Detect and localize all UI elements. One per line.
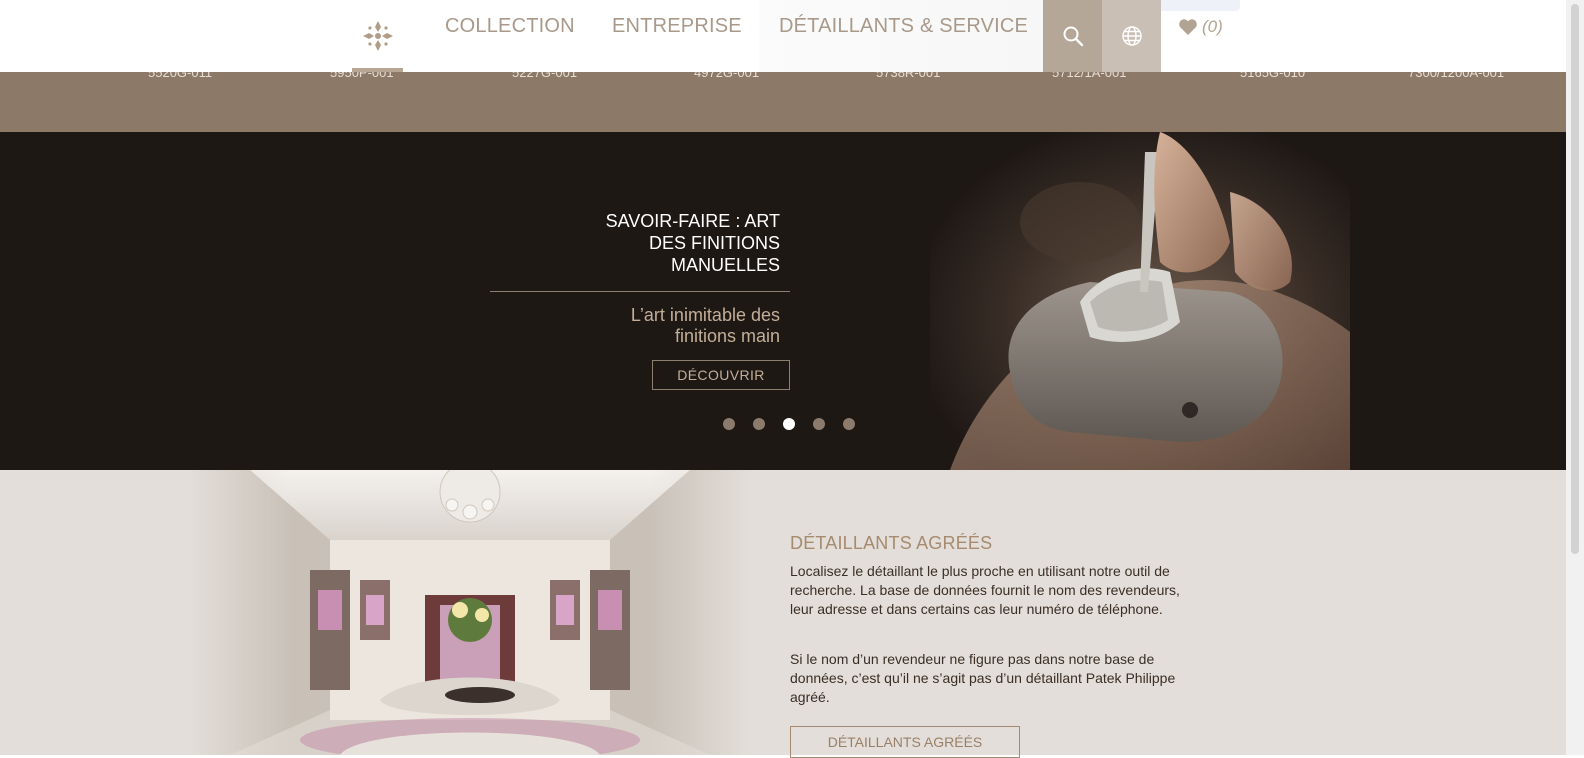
carousel-dot-1[interactable] — [723, 418, 735, 430]
hero-subtitle: L’art inimitable des finitions main — [480, 305, 780, 347]
hero-subtitle-line: L’art inimitable des — [630, 305, 780, 325]
hero-subtitle-line: finitions main — [674, 326, 780, 346]
carousel-dot-3[interactable] — [783, 418, 795, 430]
hero-title-line: DES FINITIONS — [648, 233, 780, 253]
retailers-paragraph-2: Si le nom d’un revendeur ne figure pas d… — [790, 651, 1176, 705]
logo-active-indicator — [352, 68, 403, 72]
search-icon — [1063, 26, 1083, 47]
retailers-section: DÉTAILLANTS AGRÉÉS Localisez le détailla… — [0, 470, 1566, 758]
vertical-scrollbar[interactable] — [1566, 0, 1584, 755]
authorized-retailers-button[interactable]: DÉTAILLANTS AGRÉÉS — [790, 726, 1020, 758]
retailers-title: DÉTAILLANTS AGRÉÉS — [790, 533, 993, 553]
product-strip: 5520G-011 5950P-001 5227G-001 4972G-001 … — [0, 65, 1566, 132]
globe-icon — [1121, 26, 1142, 46]
discover-button[interactable]: DÉCOUVRIR — [652, 360, 790, 390]
carousel-dot-4[interactable] — [813, 418, 825, 430]
hero-divider — [490, 291, 790, 292]
hero-carousel: SAVOIR-FAIRE : ART DES FINITIONS MANUELL… — [0, 132, 1566, 470]
top-navigation: COLLECTION ENTREPRISE DÉTAILLANTS & SERV… — [0, 0, 1566, 72]
hero-title: SAVOIR-FAIRE : ART DES FINITIONS MANUELL… — [460, 210, 780, 276]
wishlist-count: (0) — [1202, 17, 1223, 36]
heart-icon — [1179, 19, 1197, 35]
nav-detaillants-service[interactable]: DÉTAILLANTS & SERVICE — [779, 15, 1028, 38]
calatrava-cross-icon — [362, 21, 393, 51]
language-button[interactable] — [1102, 0, 1161, 72]
scrollbar-thumb[interactable] — [1571, 4, 1579, 554]
carousel-dot-5[interactable] — [843, 418, 855, 430]
nav-collection[interactable]: COLLECTION — [445, 15, 575, 38]
hero-title-line: MANUELLES — [670, 255, 780, 275]
calatrava-cross-logo[interactable] — [352, 0, 403, 72]
boutique-interior-image — [190, 470, 750, 755]
carousel-pagination — [723, 418, 855, 430]
carousel-dot-2[interactable] — [753, 418, 765, 430]
hand-engraving-image — [930, 132, 1350, 470]
wishlist-button[interactable]: (0) — [1178, 17, 1223, 37]
hero-title-line: SAVOIR-FAIRE : ART — [605, 211, 780, 231]
retailers-paragraph-1: Localisez le détaillant le plus proche e… — [790, 563, 1180, 617]
nav-entreprise[interactable]: ENTREPRISE — [612, 15, 742, 38]
search-button[interactable] — [1043, 0, 1102, 72]
